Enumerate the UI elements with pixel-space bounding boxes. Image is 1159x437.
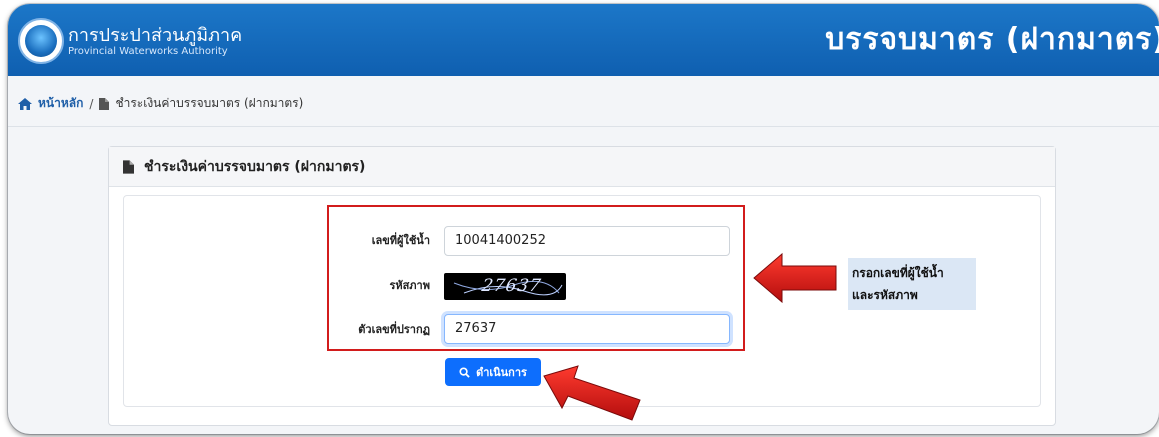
page-heading: บรรจบมาตร (ฝากมาตร) — [825, 22, 1159, 57]
logo-emblem-icon — [25, 25, 57, 57]
captcha-label: รหัสภาพ — [389, 279, 430, 292]
instruction-callout: กรอกเลขที่ผู้ใช้น้ำ และรหัสภาพ — [848, 258, 976, 310]
breadcrumb-separator: / — [89, 96, 94, 111]
confirm-code-input[interactable]: 27637 — [444, 314, 730, 344]
breadcrumb: หน้าหลัก / ชำระเงินค่าบรรจบมาตร (ฝากมาตร… — [18, 94, 303, 113]
document-icon — [99, 97, 110, 110]
pwa-logo[interactable] — [18, 18, 64, 64]
submit-button-label: ดำเนินการ — [476, 366, 527, 379]
red-arrow-icon — [543, 365, 641, 421]
user-number-input[interactable]: 10041400252 — [444, 226, 730, 256]
confirm-code-label: ตัวเลขที่ปรากฏ — [358, 323, 430, 336]
org-name-en: Provincial Waterworks Authority — [68, 46, 228, 57]
document-icon — [123, 159, 134, 174]
card-title: ชำระเงินค่าบรรจบมาตร (ฝากมาตร) — [144, 158, 366, 175]
org-name-th: การประปาส่วนภูมิภาค — [68, 25, 243, 46]
captcha-image: 27637 — [444, 273, 566, 300]
header-divider — [8, 126, 1159, 127]
instruction-line-2: และรหัสภาพ — [852, 288, 918, 302]
captcha-text: 27637 — [480, 276, 543, 296]
breadcrumb-home-link[interactable]: หน้าหลัก — [38, 94, 83, 113]
red-arrow-icon — [753, 252, 837, 304]
home-icon — [18, 97, 32, 110]
breadcrumb-current: ชำระเงินค่าบรรจบมาตร (ฝากมาตร) — [115, 96, 304, 110]
search-icon — [459, 366, 470, 378]
user-number-label: เลขที่ผู้ใช้น้ำ — [371, 234, 430, 247]
instruction-line-1: กรอกเลขที่ผู้ใช้น้ำ — [852, 266, 944, 280]
submit-button[interactable]: ดำเนินการ — [445, 358, 541, 386]
card-header: ชำระเงินค่าบรรจบมาตร (ฝากมาตร) — [109, 147, 1055, 187]
header-bar: การประปาส่วนภูมิภาค Provincial Waterwork… — [8, 4, 1159, 76]
